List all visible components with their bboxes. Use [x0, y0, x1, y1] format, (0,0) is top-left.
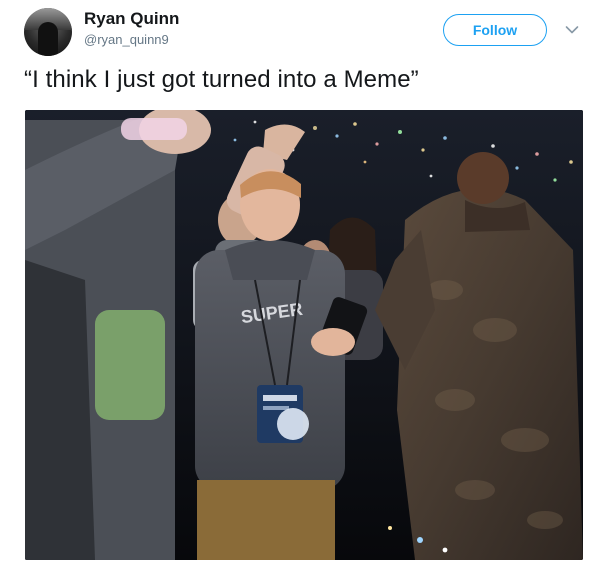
avatar-silhouette: [38, 22, 58, 56]
tweet-photo[interactable]: SUPER: [25, 110, 583, 560]
tweet-text: “I think I just got turned into a Meme”: [24, 66, 419, 93]
follow-button[interactable]: Follow: [443, 14, 547, 46]
tweet-menu-button[interactable]: [562, 20, 582, 40]
chevron-down-icon: [565, 26, 579, 34]
photo-scene: SUPER: [25, 110, 583, 560]
tweet-card: Ryan Quinn @ryan_quinn9 Follow “I think …: [0, 0, 600, 568]
author-avatar[interactable]: [24, 8, 72, 56]
author-handle[interactable]: @ryan_quinn9: [84, 32, 169, 47]
author-display-name[interactable]: Ryan Quinn: [84, 9, 179, 29]
